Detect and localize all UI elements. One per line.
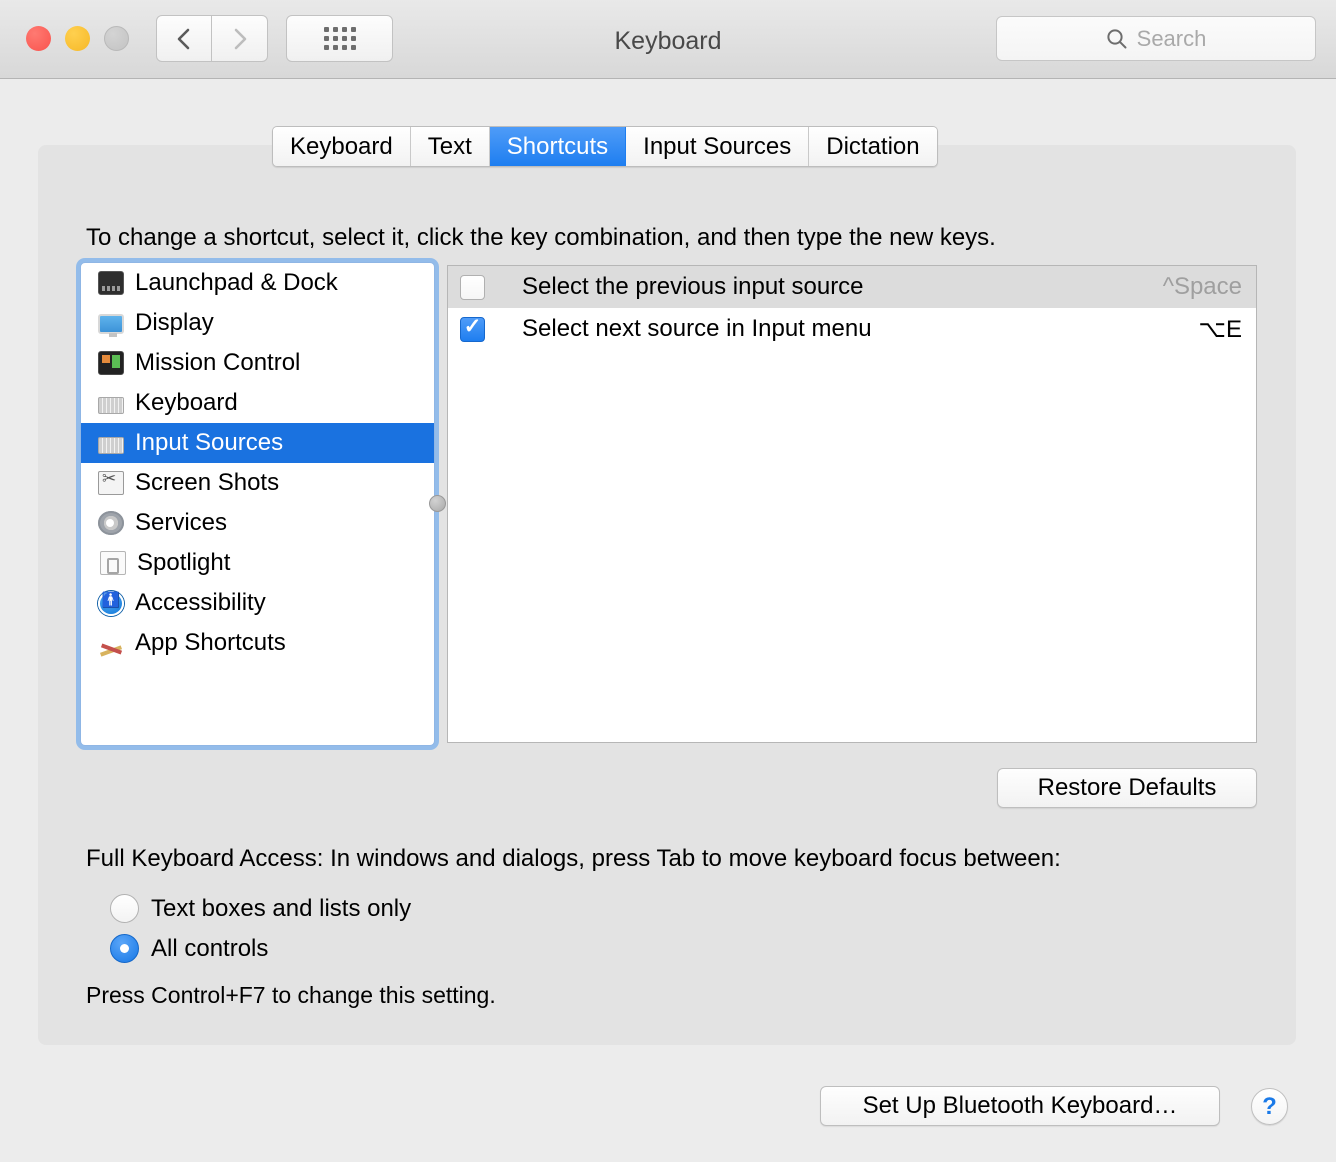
radio-text-boxes-and-lists-only[interactable]: Text boxes and lists only (110, 894, 411, 923)
sidebar-item-app-shortcuts[interactable]: App Shortcuts (81, 623, 434, 663)
search-field[interactable]: Search (996, 16, 1316, 61)
help-button[interactable]: ? (1251, 1088, 1288, 1125)
shortcut-name: Select next source in Input menu (522, 315, 872, 342)
sidebar-item-label: Input Sources (135, 429, 284, 456)
sidebar-item-label: Services (135, 509, 228, 536)
shortcut-key[interactable]: ⌥E (1198, 315, 1242, 344)
shortcut-category-list[interactable]: Launchpad & Dock Display Mission Control… (80, 262, 435, 746)
shortcut-list: Select the previous input source ^Space … (447, 265, 1257, 743)
sidebar-item-label: Mission Control (135, 349, 301, 376)
sidebar-item-spotlight[interactable]: Spotlight (81, 543, 434, 583)
shortcut-key[interactable]: ^Space (1163, 273, 1242, 301)
sidebar-item-label: Screen Shots (135, 469, 280, 496)
screenshot-icon (98, 469, 124, 495)
radio-all-controls[interactable]: All controls (110, 934, 268, 963)
tab-input-sources[interactable]: Input Sources (626, 127, 810, 166)
sidebar-item-label: Display (135, 309, 214, 336)
sidebar-item-keyboard[interactable]: Keyboard (81, 383, 434, 423)
launchpad-dock-icon (98, 271, 124, 295)
radio-label: All controls (151, 934, 269, 962)
keyboard-icon (98, 396, 124, 414)
shortcut-checkbox[interactable] (460, 314, 485, 342)
sidebar-item-input-sources[interactable]: Input Sources (81, 423, 434, 463)
sidebar-item-services[interactable]: Services (81, 503, 434, 543)
table-row[interactable]: Select next source in Input menu ⌥E (448, 308, 1256, 350)
app-shortcuts-icon (98, 631, 124, 655)
sidebar-item-accessibility[interactable]: Accessibility (81, 583, 434, 623)
table-row[interactable]: Select the previous input source ^Space (448, 266, 1256, 308)
gear-icon (98, 511, 124, 535)
sidebar-item-label: Accessibility (135, 589, 266, 616)
radio-button[interactable] (110, 894, 139, 923)
spotlight-icon (100, 551, 126, 575)
instruction-text: To change a shortcut, select it, click t… (86, 224, 996, 251)
tab-keyboard[interactable]: Keyboard (273, 127, 411, 166)
shortcut-checkbox[interactable] (460, 274, 485, 300)
radio-button[interactable] (110, 934, 139, 963)
tab-text[interactable]: Text (410, 127, 490, 166)
control-f7-note: Press Control+F7 to change this setting. (86, 982, 496, 1008)
sidebar-item-label: App Shortcuts (135, 629, 286, 656)
sidebar-item-label: Spotlight (137, 549, 231, 576)
accessibility-icon (98, 590, 124, 616)
sidebar-item-launchpad-dock[interactable]: Launchpad & Dock (81, 263, 434, 303)
shortcut-name: Select the previous input source (522, 273, 864, 300)
sidebar-item-label: Keyboard (135, 389, 238, 416)
sidebar-item-mission-control[interactable]: Mission Control (81, 343, 434, 383)
split-view-divider-handle[interactable] (429, 495, 446, 512)
input-sources-icon (98, 436, 124, 454)
sidebar-item-label: Launchpad & Dock (135, 269, 338, 296)
tab-dictation[interactable]: Dictation (809, 127, 937, 166)
keyboard-preferences-window: Keyboard Search Keyboard Text Shortcuts … (0, 0, 1336, 1162)
mission-control-icon (98, 351, 124, 375)
search-placeholder: Search (1136, 25, 1207, 51)
radio-label: Text boxes and lists only (151, 894, 412, 922)
display-icon (98, 313, 124, 337)
search-icon (1107, 28, 1127, 48)
tab-shortcuts[interactable]: Shortcuts (489, 127, 627, 166)
set-up-bluetooth-keyboard-button[interactable]: Set Up Bluetooth Keyboard… (820, 1086, 1220, 1126)
window-titlebar: Keyboard Search (0, 0, 1336, 79)
sidebar-item-display[interactable]: Display (81, 303, 434, 343)
tab-bar: Keyboard Text Shortcuts Input Sources Di… (272, 126, 938, 167)
restore-defaults-button[interactable]: Restore Defaults (997, 768, 1257, 808)
full-keyboard-access-label: Full Keyboard Access: In windows and dia… (86, 845, 1061, 872)
sidebar-item-screen-shots[interactable]: Screen Shots (81, 463, 434, 503)
